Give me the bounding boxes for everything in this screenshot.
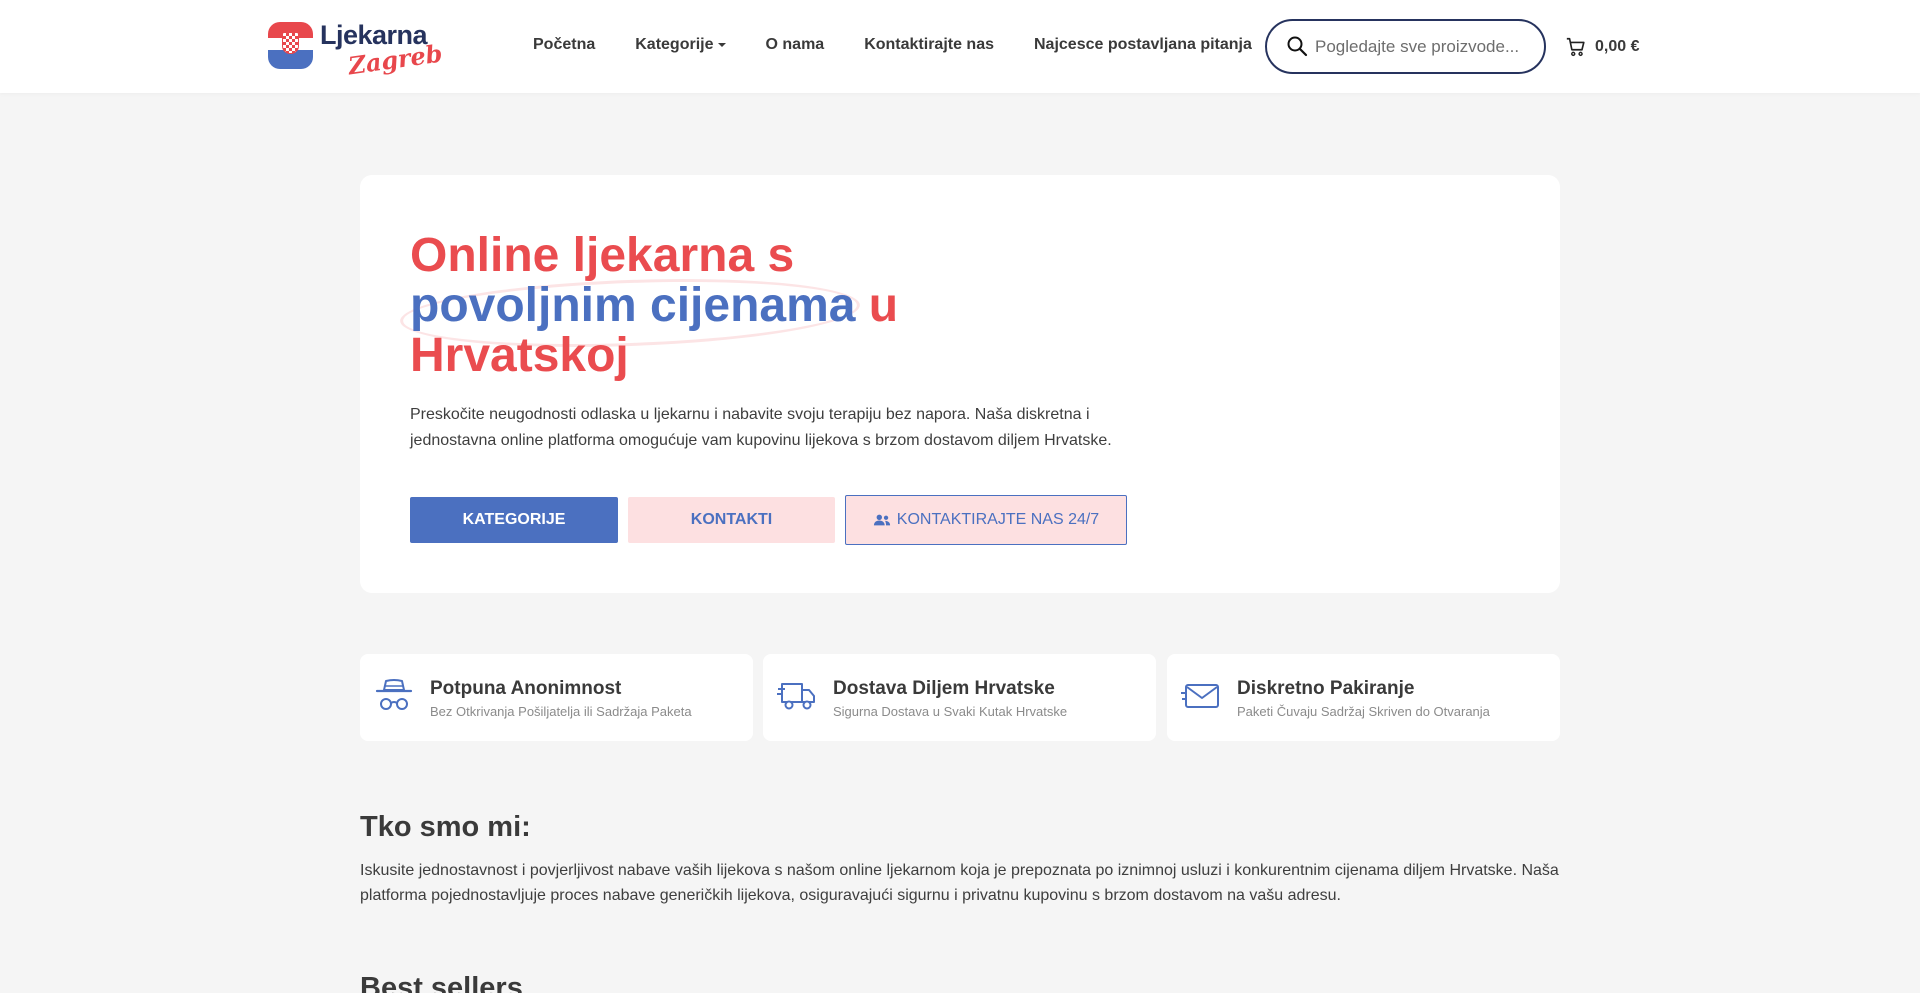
- feature-title: Dostava Diljem Hrvatske: [833, 678, 1055, 699]
- best-sellers-title: Best sellers: [360, 972, 523, 993]
- hero-title: Online ljekarna s povoljnim cijenama u H…: [410, 231, 1030, 381]
- feature-subtitle: Paketi Čuvaju Sadržaj Skriven do Otvaran…: [1237, 704, 1490, 719]
- feature-title: Potpuna Anonimnost: [430, 678, 622, 699]
- nav-item-pocetna[interactable]: Početna: [533, 36, 595, 54]
- hero-title-part1: Online ljekarna s: [410, 229, 795, 282]
- logo[interactable]: Ljekarna Zagreb: [268, 20, 444, 80]
- incognito-icon: [375, 679, 413, 710]
- feature-card-packaging: Diskretno Pakiranje Paketi Čuvaju Sadrža…: [1167, 654, 1560, 741]
- search-input[interactable]: [1315, 31, 1535, 63]
- feature-subtitle: Sigurna Dostava u Svaki Kutak Hrvatske: [833, 704, 1068, 719]
- feature-subtitle: Bez Otkrivanja Pošiljatelja ili Sadržaja…: [430, 704, 692, 719]
- cart-button[interactable]: 0,00 €: [1565, 36, 1639, 58]
- categories-button[interactable]: KATEGORIJE: [410, 497, 618, 543]
- caret-down-icon: [717, 43, 726, 47]
- nav-item-o-nama[interactable]: O nama: [766, 36, 825, 54]
- nav-item-kategorije[interactable]: Kategorije: [635, 36, 726, 54]
- hero-description: Preskočite neugodnosti odlaska u ljekarn…: [410, 406, 1112, 449]
- hero-title-part3: Hrvatskoj: [410, 329, 629, 382]
- main-nav: Početna Kategorije O nama Kontaktirajte …: [533, 36, 1292, 54]
- hero-title-highlight: povoljnim cijenama: [410, 279, 856, 332]
- shopping-cart-icon: [1566, 37, 1585, 57]
- site-header: Ljekarna Zagreb Početna Kategorije O nam…: [0, 0, 1920, 93]
- feature-card-delivery: Dostava Diljem Hrvatske Sigurna Dostava …: [763, 654, 1156, 741]
- nav-item-faq[interactable]: Najcesce postavljana pitanja: [1034, 36, 1252, 54]
- search-box: [1265, 19, 1546, 74]
- about-text: Iskusite jednostavnost i povjerljivost n…: [360, 862, 1559, 904]
- users-icon: [873, 514, 890, 526]
- feature-card-anonymity: Potpuna Anonimnost Bez Otkrivanja Pošilj…: [360, 654, 753, 741]
- about-title: Tko smo mi:: [360, 811, 531, 843]
- envelope-icon: [1181, 684, 1219, 708]
- nav-item-kontaktirajte[interactable]: Kontaktirajte nas: [864, 36, 994, 54]
- delivery-truck-icon: [777, 683, 815, 710]
- contact-247-label: KONTAKTIRAJTE NAS 24/7: [896, 511, 1100, 528]
- contact-247-button[interactable]: KONTAKTIRAJTE NAS 24/7: [845, 495, 1127, 545]
- croatian-flag-icon: [268, 22, 313, 69]
- hero-card: Online ljekarna s povoljnim cijenama u H…: [360, 175, 1560, 593]
- hero-title-part2: u: [868, 279, 899, 332]
- contacts-button[interactable]: KONTAKTI: [628, 497, 835, 543]
- cart-amount: 0,00 €: [1595, 38, 1640, 55]
- search-icon[interactable]: [1285, 34, 1309, 58]
- nav-item-kategorije-label: Kategorije: [635, 36, 714, 53]
- feature-title: Diskretno Pakiranje: [1237, 678, 1415, 699]
